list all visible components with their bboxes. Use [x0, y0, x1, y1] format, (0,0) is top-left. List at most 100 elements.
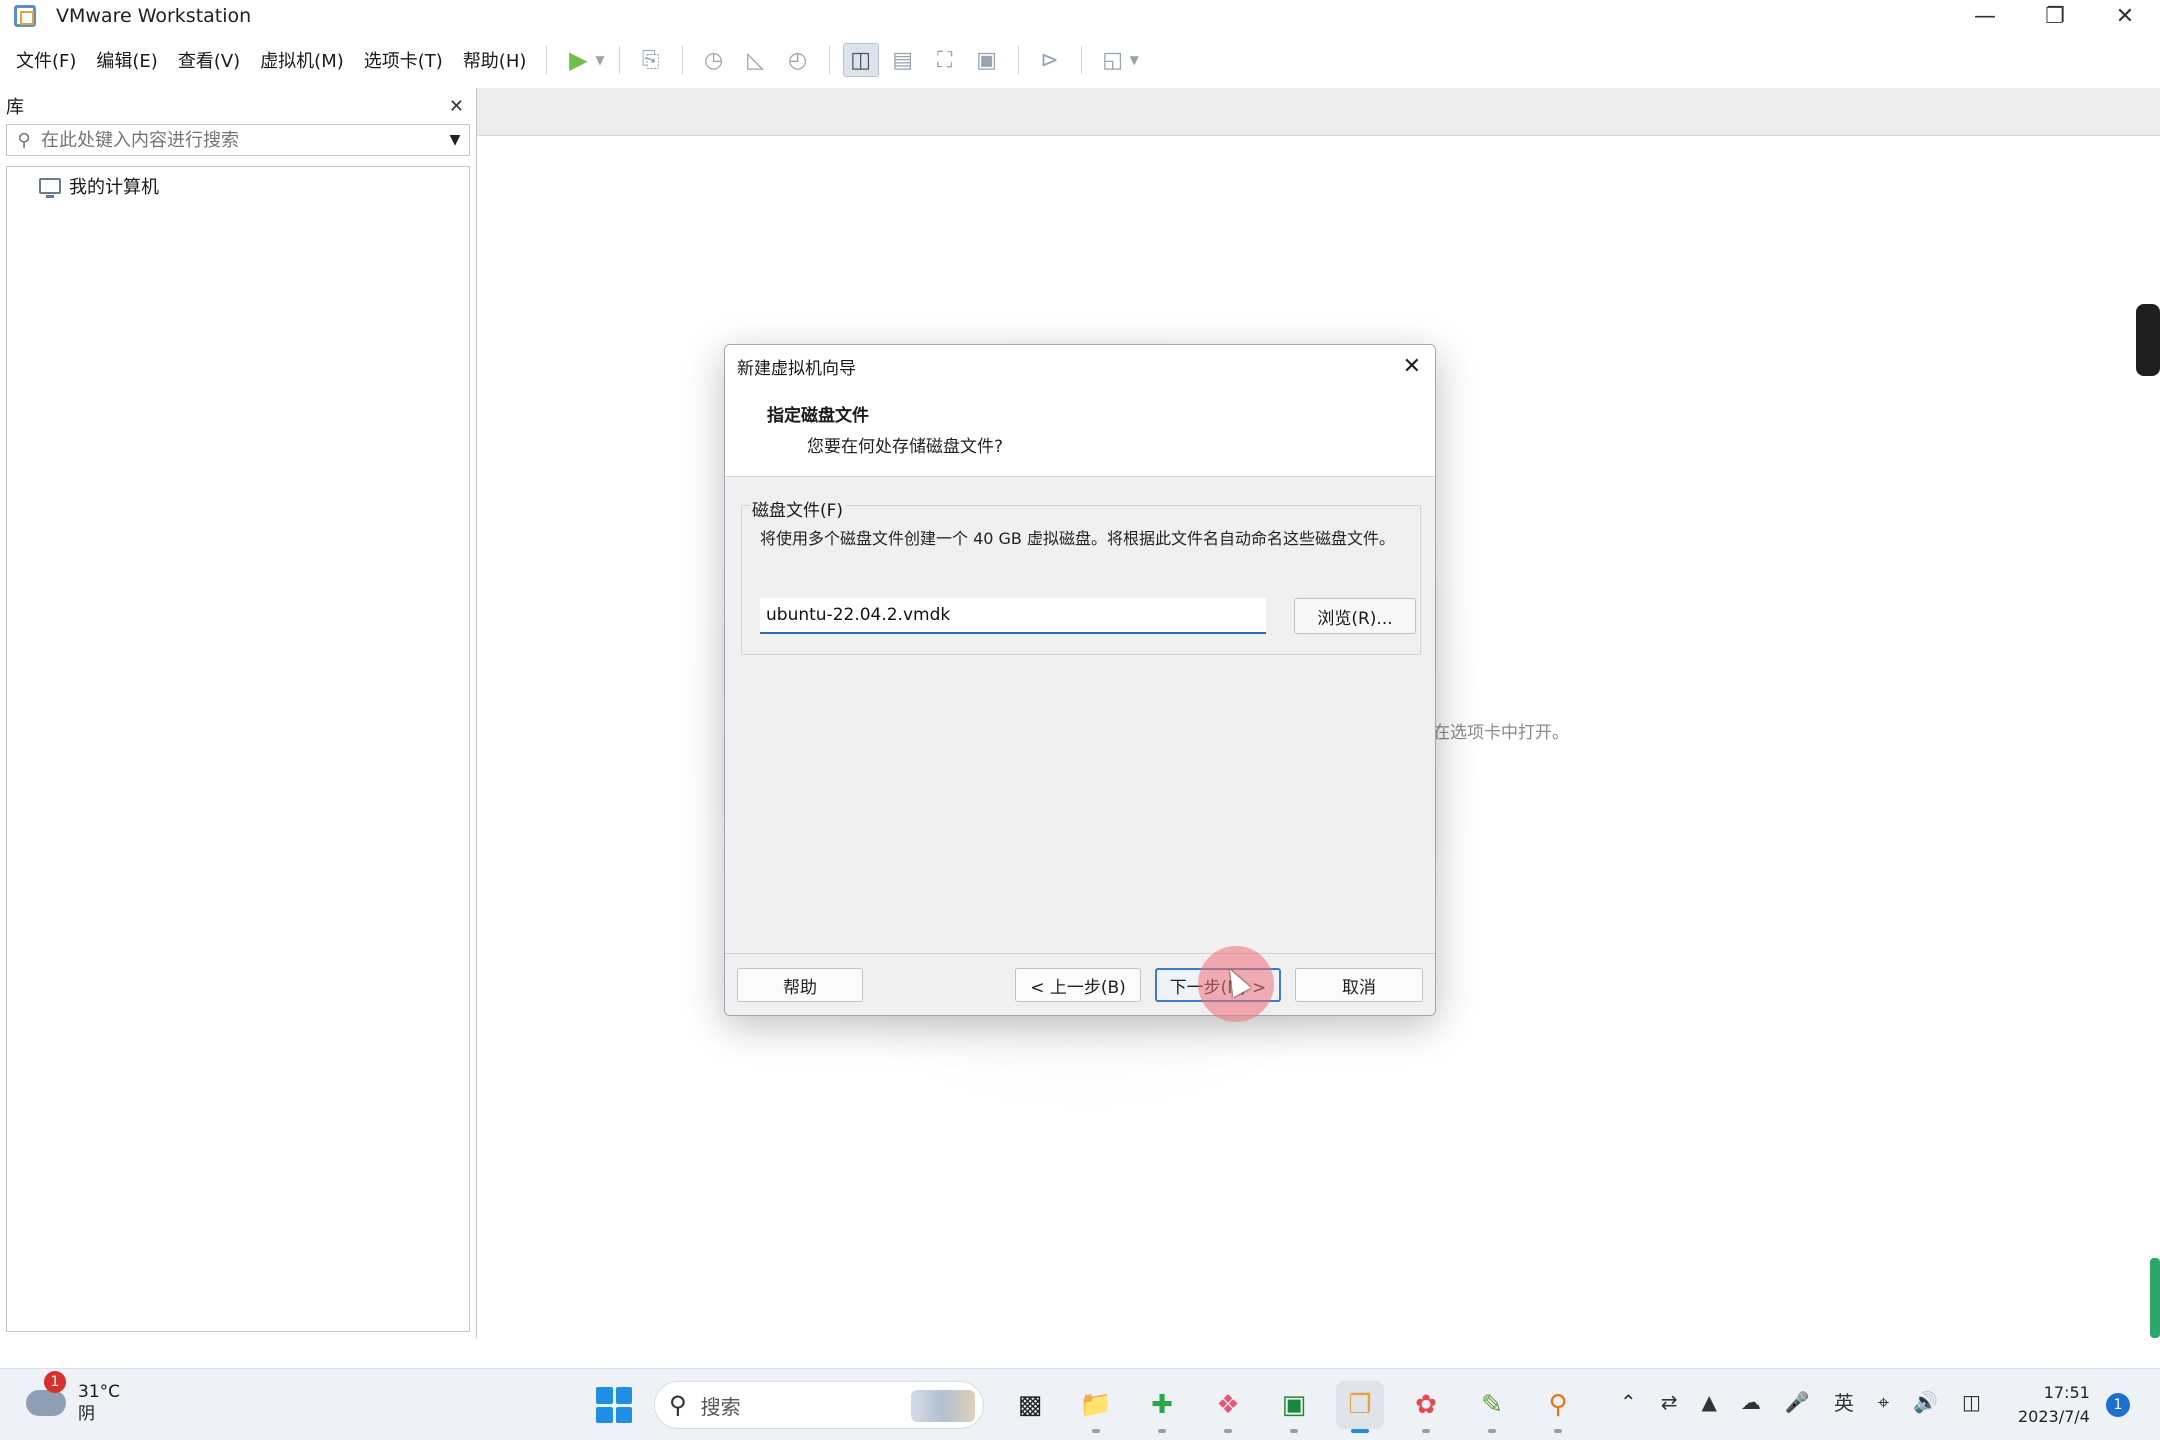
stretch-guest-icon[interactable]: ◱ [1095, 43, 1131, 77]
green-plus-app-icon[interactable]: ✚ [1138, 1381, 1186, 1433]
chevron-up-icon[interactable]: ⌃ [1620, 1390, 1637, 1414]
clock-time: 17:51 [2043, 1383, 2090, 1402]
back-button[interactable]: < 上一步(B) [1015, 968, 1141, 1002]
file-explorer-icon[interactable]: 📁 [1072, 1381, 1120, 1433]
vmware-app-icon [14, 5, 36, 27]
taskbar-apps: ▩ 📁 ✚ ❖ ▣ ❐ ✿ ✎ ⚲ [996, 1381, 1590, 1433]
taskbar: 31°C 阴 1 ⚲ 搜索 ▩ 📁 ✚ ❖ ▣ ❐ ✿ ✎ ⚲ ⌃ ⇄ ▲ ☁ … [0, 1368, 2160, 1440]
console-view-icon[interactable]: ⊳ [1032, 43, 1068, 77]
weather-desc: 阴 [78, 1404, 95, 1424]
toolbar-separator [618, 46, 620, 74]
dialog-title: 新建虚拟机向导 [737, 358, 856, 379]
dialog-footer: 帮助 < 上一步(B) 下一步(N) > 取消 [725, 953, 1435, 1015]
show-library-icon[interactable]: ◫ [842, 43, 879, 77]
close-window-button[interactable]: ✕ [2090, 0, 2160, 32]
power-dropdown-icon[interactable]: ▼ [595, 53, 604, 67]
toolbar-separator [1080, 46, 1082, 74]
disk-file-group: 磁盘文件(F) 将使用多个磁盘文件创建一个 40 GB 虚拟磁盘。将根据此文件名… [741, 496, 1421, 655]
revert-snapshot-icon[interactable]: ◺ [738, 43, 774, 77]
battery-icon[interactable]: ◫ [1962, 1390, 1981, 1414]
menu-help[interactable]: 帮助(H) [453, 47, 537, 73]
search-icon: ⚲ [17, 129, 31, 151]
snapshot-manager-icon[interactable]: ◴ [780, 43, 816, 77]
weather-badge: 1 [44, 1371, 66, 1393]
taskbar-search[interactable]: ⚲ 搜索 [654, 1381, 984, 1429]
snapshot-icon[interactable]: ◷ [696, 43, 732, 77]
restore-button[interactable]: ❐ [2020, 0, 2090, 32]
vmware-taskbar-icon[interactable]: ❐ [1336, 1381, 1384, 1433]
browse-button[interactable]: 浏览(R)... [1294, 598, 1416, 634]
tree-item-label: 我的计算机 [69, 177, 159, 198]
full-screen-icon[interactable]: ⛶ [927, 43, 963, 77]
toolbar-separator [1017, 46, 1019, 74]
minimize-button[interactable]: — [1950, 0, 2020, 32]
microphone-icon[interactable]: 🎤 [1785, 1390, 1810, 1414]
dialog-header: 指定磁盘文件 您要在何处存储磁盘文件? [725, 387, 1435, 477]
tab-strip [477, 88, 2160, 136]
scroll-handle[interactable] [2136, 304, 2160, 376]
settings-toggle-icon[interactable]: ⇄ [1661, 1390, 1678, 1414]
menu-view[interactable]: 查看(V) [168, 47, 250, 73]
weather-widget[interactable]: 31°C 阴 [26, 1381, 120, 1425]
toolbar-separator [546, 46, 548, 74]
title-bar: VMware Workstation — ❐ ✕ [0, 0, 2160, 32]
menu-file[interactable]: 文件(F) [0, 47, 86, 73]
search-dropdown-icon[interactable]: ▼ [441, 132, 469, 148]
menu-edit[interactable]: 编辑(E) [86, 47, 167, 73]
weather-text: 31°C 阴 [78, 1381, 120, 1425]
dialog-close-icon[interactable]: ✕ [1403, 354, 1421, 379]
thumbnail-bar-icon[interactable]: ▤ [885, 43, 921, 77]
window-controls: — ❐ ✕ [1950, 0, 2160, 32]
video-app-icon[interactable]: ▣ [1270, 1381, 1318, 1433]
library-panel: 库 ✕ ⚲ ▼ 我的计算机 [0, 88, 474, 1336]
cloud-icon [26, 1390, 66, 1416]
computer-icon [39, 178, 61, 198]
scroll-indicator[interactable] [2150, 1258, 2160, 1338]
dialog-heading: 指定磁盘文件 [767, 406, 869, 426]
weather-temp: 31°C [78, 1382, 121, 1402]
toolbar-separator [681, 46, 683, 74]
taskbar-search-icon: ⚲ [669, 1391, 687, 1419]
clock-date: 2023/7/4 [2018, 1407, 2090, 1426]
stretch-dropdown-icon[interactable]: ▼ [1130, 53, 1139, 67]
menu-bar: 文件(F) 编辑(E) 查看(V) 虚拟机(M) 选项卡(T) 帮助(H) ▶ … [0, 40, 2160, 80]
library-header: 库 ✕ [0, 88, 474, 124]
disk-file-description: 将使用多个磁盘文件创建一个 40 GB 虚拟磁盘。将根据此文件名自动命名这些磁盘… [760, 529, 1395, 548]
toolbar-separator [828, 46, 830, 74]
library-close-icon[interactable]: ✕ [449, 96, 464, 117]
ime-indicator[interactable]: 英 [1834, 1387, 1854, 1416]
send-keys-icon[interactable]: ⎘ [633, 43, 669, 77]
unity-icon[interactable]: ▣ [969, 43, 1005, 77]
search-highlight-image [911, 1390, 975, 1422]
volume-icon[interactable]: 🔊 [1913, 1390, 1938, 1414]
library-search-box: ⚲ ▼ [6, 124, 470, 156]
disk-file-group-label: 磁盘文件(F) [750, 496, 846, 521]
magnifier-app-icon[interactable]: ⚲ [1534, 1381, 1582, 1433]
notification-badge[interactable]: 1 [2106, 1393, 2130, 1417]
library-search-input[interactable] [41, 129, 441, 151]
puzzle-app-icon[interactable]: ❖ [1204, 1381, 1252, 1433]
power-on-icon[interactable]: ▶ [560, 43, 596, 77]
disk-file-input[interactable] [760, 598, 1266, 634]
dialog-subheading: 您要在何处存储磁盘文件? [807, 437, 1004, 457]
system-tray: ⌃ ⇄ ▲ ☁ 🎤 英 ⌖ 🔊 ◫ [1608, 1387, 1993, 1416]
menu-vm[interactable]: 虚拟机(M) [250, 47, 354, 73]
cancel-button[interactable]: 取消 [1295, 968, 1423, 1002]
window-title: VMware Workstation [56, 5, 252, 27]
meter-icon[interactable]: ▲ [1702, 1390, 1717, 1414]
menu-tabs[interactable]: 选项卡(T) [354, 47, 453, 73]
new-vm-wizard-dialog: 新建虚拟机向导 ✕ 指定磁盘文件 您要在何处存储磁盘文件? 磁盘文件(F) 将使… [724, 344, 1436, 1016]
tree-item-my-computer[interactable]: 我的计算机 [39, 173, 469, 199]
image-editor-icon[interactable]: ✎ [1468, 1381, 1516, 1433]
library-tree: 我的计算机 [6, 166, 470, 1332]
task-view-icon[interactable]: ▩ [1006, 1381, 1054, 1429]
dialog-title-bar: 新建虚拟机向导 ✕ [725, 345, 1435, 387]
help-button[interactable]: 帮助 [737, 968, 863, 1002]
wifi-icon[interactable]: ⌖ [1878, 1390, 1889, 1414]
color-wheel-app-icon[interactable]: ✿ [1402, 1381, 1450, 1433]
windows-start-icon[interactable] [596, 1387, 632, 1423]
taskbar-search-label: 搜索 [700, 1394, 741, 1419]
clock[interactable]: 17:51 2023/7/4 [2018, 1381, 2090, 1429]
library-title: 库 [6, 97, 24, 118]
onedrive-icon[interactable]: ☁ [1741, 1390, 1761, 1414]
